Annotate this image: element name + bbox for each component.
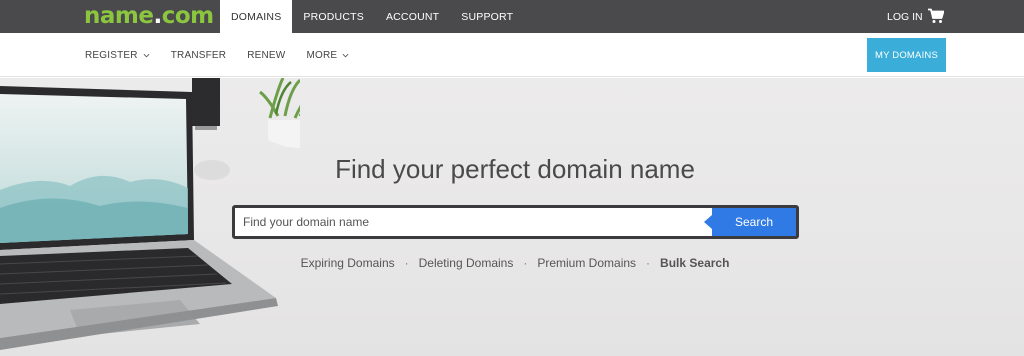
transfer-link[interactable]: TRANSFER bbox=[171, 50, 227, 61]
tab-support[interactable]: SUPPORT bbox=[450, 0, 524, 33]
premium-domains-link[interactable]: Premium Domains bbox=[537, 256, 636, 270]
domain-search-input[interactable] bbox=[235, 208, 712, 236]
more-label: MORE bbox=[306, 49, 338, 61]
tab-domains[interactable]: DOMAINS bbox=[220, 0, 293, 33]
register-label: REGISTER bbox=[85, 49, 138, 61]
top-nav: DOMAINS PRODUCTS ACCOUNT SUPPORT bbox=[220, 0, 524, 33]
cart-icon[interactable] bbox=[928, 8, 944, 24]
expiring-domains-link[interactable]: Expiring Domains bbox=[301, 256, 395, 270]
logo-tld: com bbox=[161, 3, 214, 29]
deleting-domains-link[interactable]: Deleting Domains bbox=[419, 256, 514, 270]
separator-dot: · bbox=[646, 256, 651, 270]
domain-links: Expiring Domains · Deleting Domains · Pr… bbox=[0, 256, 1024, 270]
renew-link[interactable]: RENEW bbox=[247, 50, 285, 61]
tab-products[interactable]: PRODUCTS bbox=[292, 0, 375, 33]
chevron-down-icon bbox=[143, 53, 150, 57]
separator-dot: · bbox=[404, 256, 409, 270]
hero-title: Find your perfect domain name bbox=[335, 154, 695, 184]
more-menu[interactable]: MORE bbox=[306, 50, 349, 61]
my-domains-button[interactable]: MY DOMAINS bbox=[867, 38, 946, 72]
logo[interactable]: name. com bbox=[84, 2, 214, 30]
logo-dot: . bbox=[153, 3, 162, 29]
search-button[interactable]: Search bbox=[704, 208, 796, 236]
domain-search-box: Search bbox=[232, 205, 799, 239]
separator-dot: · bbox=[523, 256, 528, 270]
secondary-nav: REGISTER TRANSFER RENEW MORE bbox=[85, 33, 370, 77]
hero-section: Find your perfect domain name Search Exp… bbox=[0, 78, 1024, 356]
register-menu[interactable]: REGISTER bbox=[85, 50, 150, 61]
bulk-search-link[interactable]: Bulk Search bbox=[660, 256, 729, 270]
logo-name: name bbox=[84, 3, 154, 29]
secondary-nav-bar: REGISTER TRANSFER RENEW MORE MY DOMAINS bbox=[0, 33, 1024, 77]
chevron-down-icon bbox=[342, 53, 349, 57]
top-bar: name. com DOMAINS PRODUCTS ACCOUNT SUPPOR… bbox=[0, 0, 1024, 33]
login-link[interactable]: LOG IN bbox=[887, 0, 923, 33]
tab-account[interactable]: ACCOUNT bbox=[375, 0, 450, 33]
